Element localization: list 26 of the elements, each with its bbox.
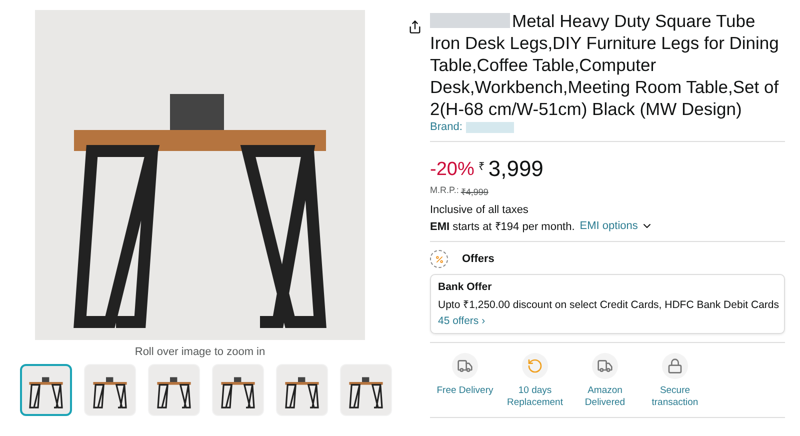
discount-percent: -20% bbox=[430, 159, 474, 181]
feature-label[interactable]: Free Delivery bbox=[436, 385, 494, 397]
return-icon bbox=[527, 358, 543, 374]
mrp-label: M.R.P.: bbox=[430, 185, 459, 197]
tax-note: Inclusive of all taxes bbox=[430, 204, 530, 216]
emi-options-link[interactable]: EMI options bbox=[580, 220, 653, 232]
product-title: Metal Heavy Duty Square Tube Iron Desk Legs,DIY Furniture Legs for Dining Table,Coffee Table,Computer Desk,Workbench,Meeting Room Table,Set of 2(H-68 cm/W-51cm) Black (MW Design) bbox=[430, 10, 780, 120]
share-icon[interactable] bbox=[408, 20, 422, 34]
offer-icon bbox=[430, 250, 448, 268]
offers-heading: Offers bbox=[462, 253, 494, 265]
offer-title: Bank Offer bbox=[438, 281, 493, 293]
van-icon bbox=[457, 358, 473, 374]
van-icon bbox=[597, 358, 613, 374]
price: 3,999 bbox=[488, 156, 544, 182]
brand-label: Brand: bbox=[430, 121, 462, 133]
mrp-price: ₹4,999 bbox=[460, 186, 488, 198]
lock-icon bbox=[667, 358, 683, 374]
currency-symbol: ₹ bbox=[478, 160, 484, 173]
offers-link[interactable]: 45 offers › bbox=[438, 315, 486, 327]
offer-text: Upto ₹1,250.00 discount on select Credit Cards, HDFC Bank Debit Cards bbox=[438, 298, 777, 311]
feature-label[interactable]: 10 days Replacement bbox=[506, 385, 564, 409]
feature-label[interactable]: Secure transaction bbox=[646, 385, 704, 409]
emi-text: EMI starts at ₹194 per month. bbox=[430, 220, 575, 233]
image-thumbnail[interactable] bbox=[20, 364, 72, 416]
feature-label[interactable]: Amazon Delivered bbox=[576, 385, 634, 409]
zoom-hint: Roll over image to zoom in bbox=[134, 346, 266, 358]
